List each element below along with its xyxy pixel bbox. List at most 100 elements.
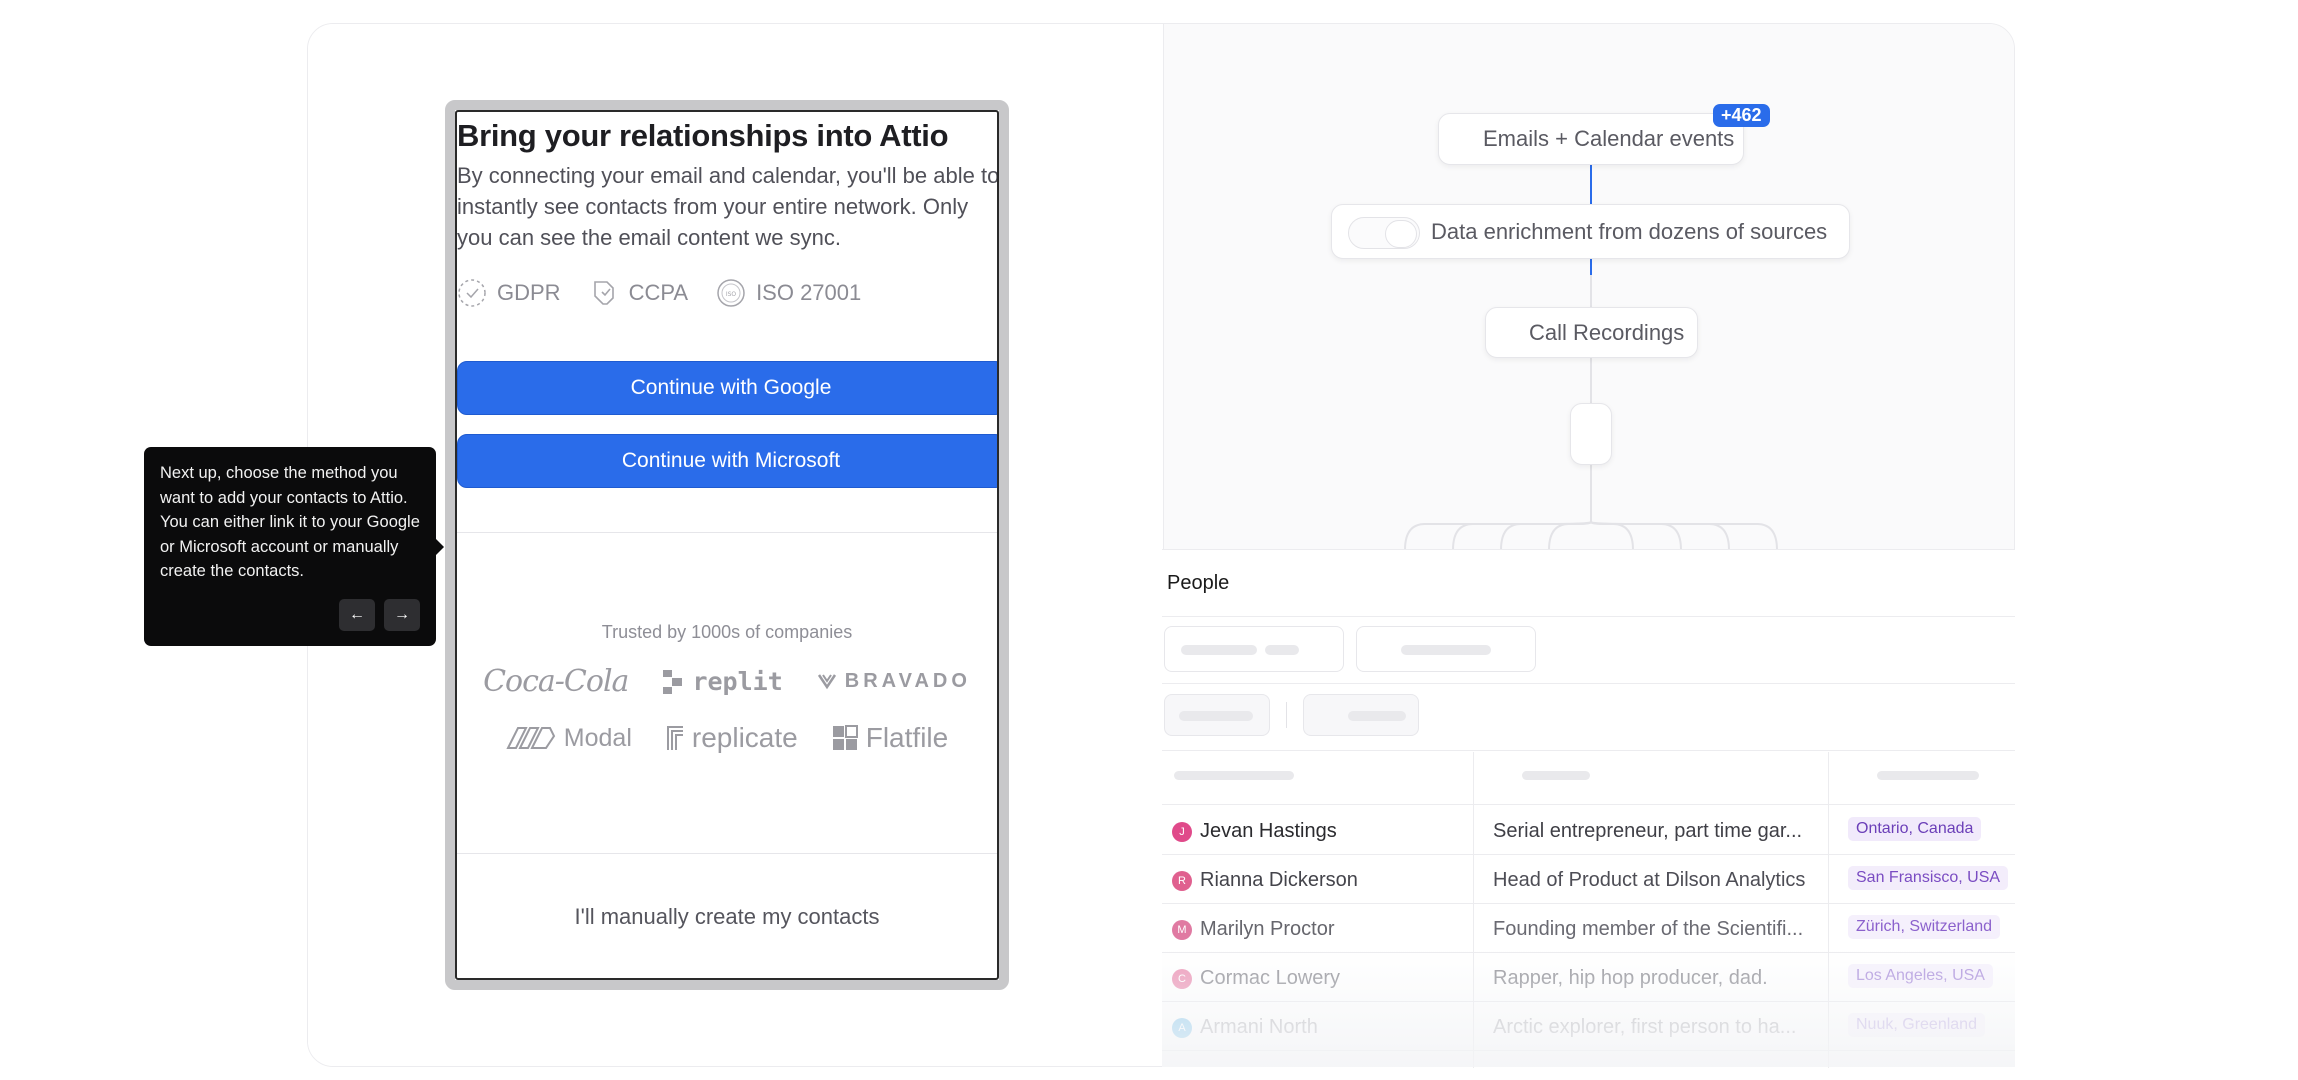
replit-icon [663, 669, 683, 694]
person-role: Head of Product at Dilson Analytics [1493, 869, 1806, 891]
continue-microsoft-button[interactable]: Continue with Microsoft [457, 434, 997, 488]
toggle-icon [1348, 217, 1420, 249]
bravado-icon [817, 673, 836, 689]
avatar: R [1172, 870, 1192, 891]
logos-row: Coca-Cola replit BRAVADO [457, 664, 997, 699]
person-cell: R Rianna Dickerson [1172, 869, 1358, 892]
divider [1162, 804, 2015, 805]
placeholder-bar [1179, 711, 1253, 721]
node-label: Data enrichment from dozens of sources [1431, 218, 1828, 244]
header-placeholder [1522, 771, 1590, 780]
continue-google-button[interactable]: Continue with Google [457, 361, 997, 415]
compliance-badges: GDPR CCPA ISO ISO 27001 [457, 278, 861, 308]
page-description: By connecting your email and calendar, y… [457, 163, 999, 250]
gdpr-icon [458, 279, 486, 307]
ccpa-label: CCPA [628, 280, 689, 305]
tooltip-nav: ← → [339, 599, 420, 631]
page-title: Bring your relationships into Attio [457, 118, 949, 153]
arrow-right-icon: → [394, 605, 410, 623]
flatfile-icon [832, 725, 858, 750]
modal-logo: Modal [506, 724, 632, 753]
table-row[interactable]: A Armani North Arctic explorer, first pers… [1162, 1002, 2015, 1051]
person-role: Arctic explorer, first person to ha... [1493, 1016, 1797, 1038]
arrow-left-icon: ← [349, 605, 365, 623]
ccpa-icon [593, 281, 614, 305]
person-role: Serial entrepreneur, part time gar... [1493, 820, 1803, 842]
iso-label: ISO 27001 [756, 280, 862, 305]
emails-calendar-node: Emails + Calendar events [1438, 113, 1744, 165]
location-tag: San Fransisco, USA [1848, 866, 2009, 890]
person-name: Armani North [1200, 1016, 1318, 1038]
onboarding-tooltip: Next up, choose the method you want to a… [144, 447, 444, 646]
tooltip-prev-button[interactable]: ← [339, 599, 375, 631]
ccpa-badge: CCPA [589, 278, 689, 308]
tooltip-text: Next up, choose the method you want to a… [160, 464, 420, 580]
call-recordings-node: Call Recordings [1485, 307, 1698, 358]
replicate-icon [666, 726, 683, 750]
location-tag: Nuuk, Greenland [1848, 1013, 1985, 1037]
location-tag: Ontario, Canada [1848, 817, 1982, 841]
fan-connectors [1404, 510, 1778, 550]
bravado-logo: BRAVADO [817, 670, 971, 693]
table-row[interactable]: J Jevan Hastings Serial entrepreneur, part… [1162, 806, 2015, 855]
placeholder-bar [1265, 645, 1299, 655]
svg-text:ISO: ISO [726, 291, 737, 298]
people-panel: People J Jevan Hastings Serial entrepreneu… [1162, 549, 2015, 1068]
node-label: Call Recordings [1529, 319, 1685, 345]
iso-badge: ISO ISO 27001 [716, 278, 861, 308]
replit-logo: replit [662, 667, 783, 696]
iso-icon: ISO [717, 279, 745, 307]
placeholder-bar [1401, 645, 1491, 655]
node-label: Emails + Calendar events [1483, 126, 1735, 151]
connector-line [1590, 259, 1592, 275]
tooltip-next-button[interactable]: → [384, 599, 420, 631]
table-row[interactable]: M Marilyn Proctor Founding member of the S… [1162, 904, 2015, 953]
gdpr-label: GDPR [497, 280, 561, 305]
placeholder-chip [1356, 626, 1536, 672]
divider [1162, 750, 2015, 751]
replit-wordmark: replit [692, 667, 783, 696]
person-role: Founding member of the Scientifi... [1493, 918, 1804, 940]
divider [1162, 616, 2015, 617]
avatar: J [1172, 821, 1192, 842]
highlight-frame: Bring your relationships into Attio By c… [445, 100, 1009, 990]
divider [457, 853, 997, 854]
placeholder-chip [1164, 694, 1270, 736]
person-name: Marilyn Proctor [1200, 918, 1335, 940]
person-cell: A Armani North [1172, 1016, 1318, 1039]
location-tag: Los Angeles, USA [1848, 964, 1993, 988]
replicate-wordmark: replicate [691, 722, 798, 753]
data-enrichment-node: Data enrichment from dozens of sources [1331, 204, 1850, 259]
person-name: Jevan Hastings [1200, 820, 1337, 842]
placeholder-bar [1348, 711, 1406, 721]
person-name: Rianna Dickerson [1200, 869, 1358, 891]
person-role: Rapper, hip hop producer, dad. [1493, 967, 1768, 989]
manual-create-link[interactable]: I'll manually create my contacts [457, 904, 997, 930]
person-cell: C Cormac Lowery [1172, 967, 1340, 990]
placeholder-chip [1303, 694, 1419, 736]
logos-row: Modal replicate Flatfile [457, 722, 997, 754]
divider [1286, 702, 1287, 728]
modal-wordmark: Modal [563, 723, 632, 752]
connector-line [1590, 275, 1592, 307]
avatar: C [1172, 968, 1192, 989]
placeholder-chip [1164, 626, 1344, 672]
avatar: A [1172, 1017, 1192, 1038]
divider [1162, 683, 2015, 684]
people-title: People [1167, 572, 1230, 594]
connector-line [1590, 465, 1592, 510]
divider [457, 532, 997, 533]
connect-panel: Bring your relationships into Attio By c… [455, 110, 999, 980]
flatfile-logo: Flatfile [832, 722, 948, 754]
count-badge: +462 [1713, 104, 1770, 127]
table-row[interactable]: R Rianna Dickerson Head of Product at Dils… [1162, 855, 2015, 904]
cocacola-logo: Coca-Cola [483, 664, 629, 699]
person-cell: M Marilyn Proctor [1172, 918, 1334, 941]
bravado-wordmark: BRAVADO [844, 670, 971, 692]
connector-line [1590, 165, 1592, 205]
connector-line [1590, 358, 1592, 403]
location-tag: Zürich, Switzerland [1848, 915, 2001, 939]
flatfile-wordmark: Flatfile [865, 722, 949, 753]
table-row[interactable]: C Cormac Lowery Rapper, hip hop producer, … [1162, 953, 2015, 1002]
placeholder-bar [1181, 645, 1257, 655]
